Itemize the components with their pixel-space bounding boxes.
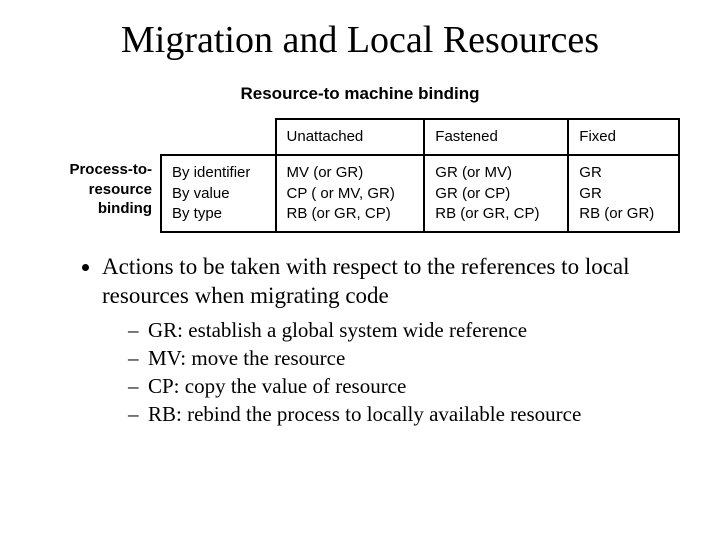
sub-bullet-list: –GR: establish a global system wide refe… bbox=[102, 317, 682, 428]
row-label-0: By identifier bbox=[172, 164, 250, 181]
col-unattached: Unattached bbox=[276, 119, 425, 155]
sub-bullet-1: –MV: move the resource bbox=[128, 345, 682, 371]
dash-icon: – bbox=[128, 317, 148, 343]
row-labels-cell: By identifier By value By type bbox=[161, 155, 276, 232]
cell-fixed-0: GR bbox=[579, 164, 602, 181]
sub-bullet-0-text: GR: establish a global system wide refer… bbox=[148, 318, 527, 342]
page-title: Migration and Local Resources bbox=[38, 18, 682, 62]
row-label-1: By value bbox=[172, 185, 230, 202]
dash-icon: – bbox=[128, 373, 148, 399]
slide: Migration and Local Resources Resource-t… bbox=[0, 0, 720, 540]
col-unattached-cells: MV (or GR) CP ( or MV, GR) RB (or GR, CP… bbox=[276, 155, 425, 232]
row-group-label: Process-to- resource binding bbox=[30, 160, 152, 219]
cell-unattached-1: CP ( or MV, GR) bbox=[287, 185, 395, 202]
dash-icon: – bbox=[128, 401, 148, 427]
table-caption: Resource-to machine binding bbox=[38, 84, 682, 104]
sub-bullet-2-text: CP: copy the value of resource bbox=[148, 374, 406, 398]
row-group-label-l3: binding bbox=[98, 200, 152, 217]
col-fixed: Fixed bbox=[568, 119, 679, 155]
sub-bullet-2: –CP: copy the value of resource bbox=[128, 373, 682, 399]
dash-icon: – bbox=[128, 345, 148, 371]
binding-table: Unattached Fastened Fixed By identifier … bbox=[160, 118, 680, 233]
sub-bullet-3-text: RB: rebind the process to locally availa… bbox=[148, 402, 581, 426]
cell-fixed-1: GR bbox=[579, 185, 602, 202]
col-fastened: Fastened bbox=[424, 119, 568, 155]
cell-fastened-0: GR (or MV) bbox=[435, 164, 512, 181]
col-blank bbox=[161, 119, 276, 155]
table-header-row: Unattached Fastened Fixed bbox=[161, 119, 679, 155]
sub-bullet-1-text: MV: move the resource bbox=[148, 346, 345, 370]
cell-fastened-1: GR (or CP) bbox=[435, 185, 510, 202]
bullet-list: Actions to be taken with respect to the … bbox=[44, 253, 682, 428]
table-row: By identifier By value By type MV (or GR… bbox=[161, 155, 679, 232]
col-fastened-cells: GR (or MV) GR (or CP) RB (or GR, CP) bbox=[424, 155, 568, 232]
row-label-2: By type bbox=[172, 205, 222, 222]
row-group-label-l1: Process-to- bbox=[69, 161, 152, 178]
sub-bullet-0: –GR: establish a global system wide refe… bbox=[128, 317, 682, 343]
col-fixed-cells: GR GR RB (or GR) bbox=[568, 155, 679, 232]
sub-bullet-3: –RB: rebind the process to locally avail… bbox=[128, 401, 682, 427]
cell-unattached-2: RB (or GR, CP) bbox=[287, 205, 391, 222]
cell-unattached-0: MV (or GR) bbox=[287, 164, 364, 181]
bullet-main-text: Actions to be taken with respect to the … bbox=[102, 254, 630, 308]
row-group-label-l2: resource bbox=[89, 181, 152, 198]
cell-fastened-2: RB (or GR, CP) bbox=[435, 205, 539, 222]
bullet-main: Actions to be taken with respect to the … bbox=[102, 253, 682, 428]
table-wrap: Process-to- resource binding Unattached … bbox=[40, 118, 680, 233]
cell-fixed-2: RB (or GR) bbox=[579, 205, 654, 222]
